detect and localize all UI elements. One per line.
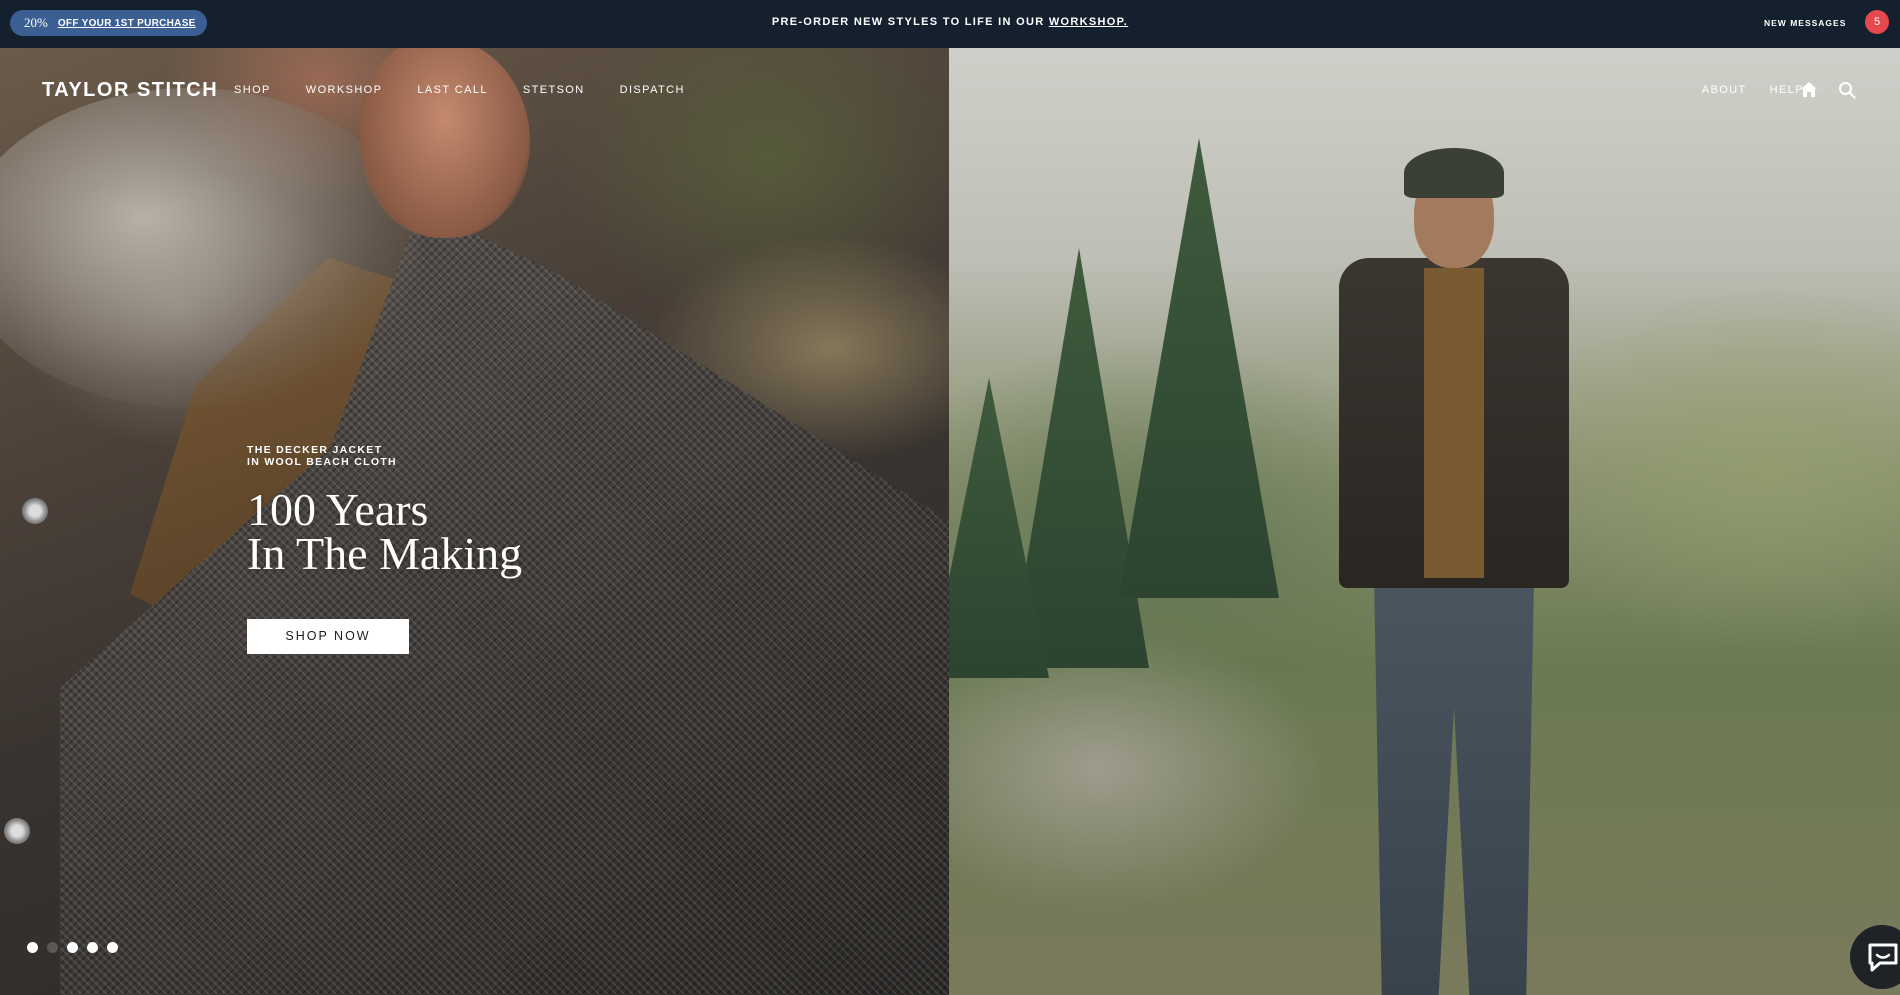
model-figure xyxy=(1279,128,1609,995)
eyebrow-line-1: THE DECKER JACKET xyxy=(247,444,383,456)
home-icon[interactable] xyxy=(1800,81,1818,99)
carousel-dot[interactable] xyxy=(107,942,118,953)
brand-logo[interactable]: TAYLOR STITCH xyxy=(42,79,218,102)
carousel-dot[interactable] xyxy=(47,942,58,953)
announcement-message: PRE-ORDER NEW STYLES TO LIFE IN OUR xyxy=(771,16,1049,28)
hero-headline: 100 Years In The Making xyxy=(247,484,523,579)
announcement-text: PRE-ORDER NEW STYLES TO LIFE IN OUR WORK… xyxy=(0,16,1900,28)
jacket-button-shape xyxy=(22,498,48,524)
secondary-nav: ABOUT HELP xyxy=(1702,84,1804,96)
primary-nav: SHOP WORKSHOP LAST CALL STETSON DISPATCH xyxy=(234,84,685,96)
carousel-dot[interactable] xyxy=(27,942,38,953)
tree-shape xyxy=(1119,138,1279,598)
nav-about[interactable]: ABOUT xyxy=(1702,84,1747,96)
hero-image-right xyxy=(949,48,1900,995)
chat-bubble-icon xyxy=(1868,943,1898,972)
nav-help[interactable]: HELP xyxy=(1770,84,1804,96)
headline-line-1: 100 Years xyxy=(247,484,429,535)
nav-shop[interactable]: SHOP xyxy=(234,84,271,96)
eyebrow-line-2: IN WOOL BEACH CLOTH xyxy=(247,456,397,468)
hero-eyebrow: THE DECKER JACKET IN WOOL BEACH CLOTH xyxy=(247,444,522,468)
carousel-dots xyxy=(27,942,118,953)
shop-now-button[interactable]: SHOP NOW xyxy=(247,619,409,654)
nav-stetson[interactable]: STETSON xyxy=(523,84,585,96)
nav-dispatch[interactable]: DISPATCH xyxy=(620,84,685,96)
nav-last-call[interactable]: LAST CALL xyxy=(417,84,487,96)
headline-line-2: In The Making xyxy=(247,528,523,579)
carousel-dot[interactable] xyxy=(87,942,98,953)
carousel-dot[interactable] xyxy=(67,942,78,953)
main-navigation: TAYLOR STITCH SHOP WORKSHOP LAST CALL ST… xyxy=(0,48,1900,132)
workshop-link[interactable]: WORKSHOP. xyxy=(1049,16,1128,28)
announcement-bar: 20% OFF YOUR 1ST PURCHASE PRE-ORDER NEW … xyxy=(0,0,1900,48)
new-messages-label[interactable]: NEW MESSAGES xyxy=(1764,18,1846,28)
hero-copy: THE DECKER JACKET IN WOOL BEACH CLOTH 10… xyxy=(247,444,523,654)
search-icon[interactable] xyxy=(1838,81,1856,99)
nav-workshop[interactable]: WORKSHOP xyxy=(306,84,383,96)
jacket-button-shape xyxy=(4,818,30,844)
messages-count-badge[interactable]: 5 xyxy=(1865,10,1889,34)
